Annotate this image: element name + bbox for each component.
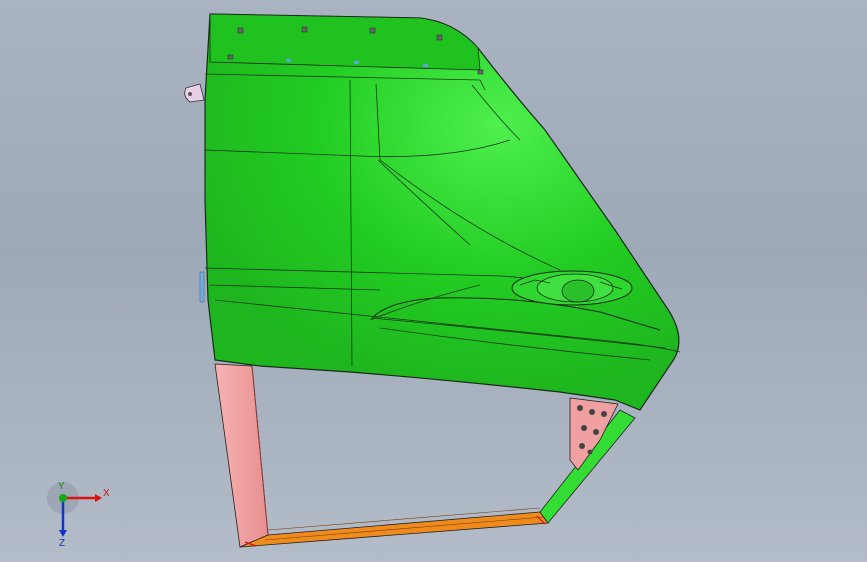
x-axis-label: X — [103, 488, 110, 499]
door-top-flange — [209, 13, 481, 71]
hinge-bracket[interactable] — [184, 83, 205, 103]
coordinate-triad[interactable]: X Y Z — [40, 478, 120, 548]
z-axis-label: Z — [59, 538, 65, 548]
door-outer-panel[interactable] — [204, 13, 680, 411]
y-axis-label: Y — [58, 481, 65, 492]
y-axis-dot — [59, 494, 67, 502]
door-model[interactable] — [0, 0, 867, 562]
seal-strip — [199, 271, 205, 303]
door-handle-pocket[interactable] — [511, 270, 633, 306]
hinge-hole — [188, 92, 192, 96]
graphics-viewport[interactable]: X Y Z — [0, 0, 867, 562]
x-axis-head — [95, 494, 102, 502]
z-axis-head — [59, 530, 67, 537]
